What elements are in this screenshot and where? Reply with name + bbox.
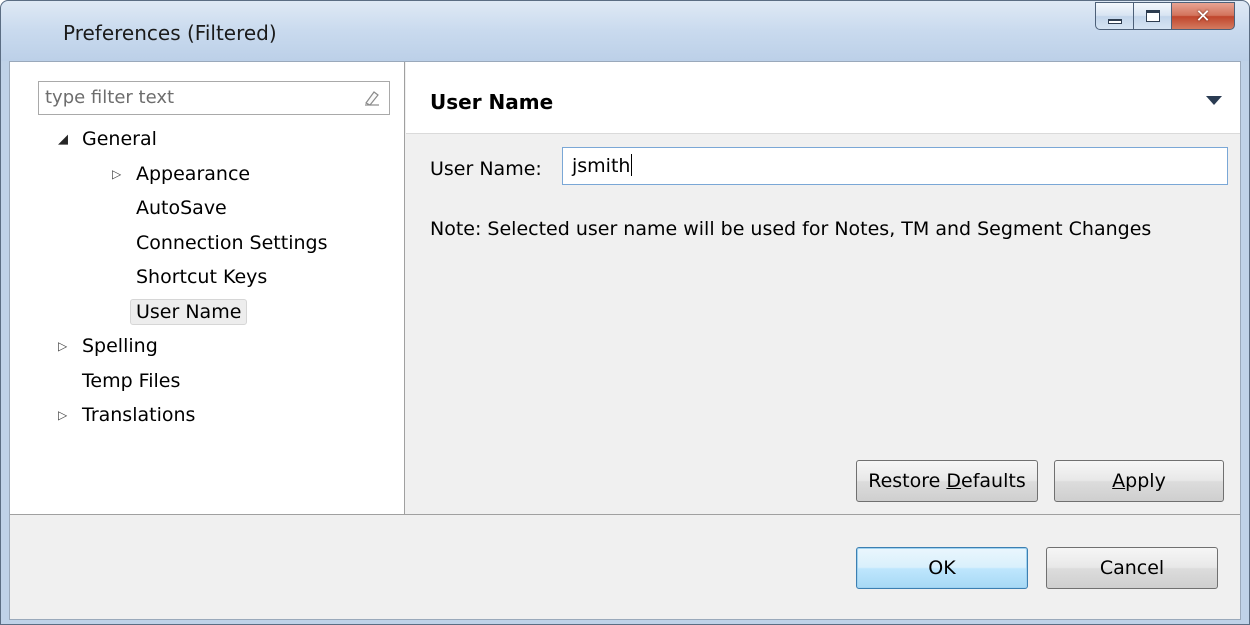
preference-tree-pane: type filter text ◢ General ▷ Appearance Auto… [10, 62, 405, 514]
close-icon: ✕ [1195, 5, 1211, 27]
filter-placeholder: type filter text [45, 87, 175, 108]
page-title: User Name [430, 90, 554, 114]
tree-item-label: Connection Settings [136, 231, 328, 254]
tree-item-user-name[interactable]: User Name [10, 298, 400, 329]
eraser-icon[interactable] [363, 89, 381, 107]
view-menu-dropdown-icon[interactable] [1206, 96, 1222, 105]
maximize-icon [1145, 10, 1160, 22]
tree-item-translations[interactable]: ▷ Translations [10, 402, 400, 432]
tree-item-general[interactable]: ◢ General [10, 126, 400, 156]
apply-label-post: pply [1125, 470, 1166, 492]
minimize-button[interactable] [1095, 2, 1133, 30]
filter-input[interactable]: type filter text [38, 81, 390, 115]
minimize-icon [1107, 18, 1122, 24]
preference-page: User Name User Name: jsmith Note: Select… [406, 62, 1240, 514]
restore-defaults-label-post: efaults [961, 470, 1026, 492]
cancel-button[interactable]: Cancel [1046, 547, 1218, 589]
apply-button[interactable]: Apply [1054, 460, 1224, 502]
tree-expanded-icon[interactable]: ◢ [58, 132, 68, 147]
restore-defaults-button[interactable]: Restore Defaults [856, 460, 1038, 502]
tree-item-spelling[interactable]: ▷ Spelling [10, 333, 400, 363]
tree-item-label: Spelling [82, 335, 158, 357]
tree-item-label: General [82, 128, 157, 150]
restore-defaults-label-mnemonic: D [946, 470, 962, 492]
tree-item-label: User Name [130, 298, 248, 325]
tree-item-shortcut-keys[interactable]: Shortcut Keys [10, 264, 400, 294]
tree-item-label: Translations [82, 404, 196, 426]
tree-collapsed-icon[interactable]: ▷ [112, 167, 121, 181]
maximize-button[interactable] [1133, 2, 1171, 30]
close-button[interactable]: ✕ [1171, 2, 1235, 30]
tree-collapsed-icon[interactable]: ▷ [58, 408, 67, 422]
tree-collapsed-icon[interactable]: ▷ [58, 339, 67, 353]
preferences-window: Preferences (Filtered) ✕ type filter tex… [0, 0, 1250, 625]
text-caret [631, 154, 633, 176]
restore-defaults-label-pre: Restore [868, 470, 947, 492]
dialog-client-area: type filter text ◢ General ▷ Appearance Auto… [9, 61, 1241, 620]
user-name-label: User Name: [430, 158, 542, 180]
window-controls: ✕ [1095, 2, 1235, 30]
tree-item-label: Appearance [136, 162, 251, 185]
tree-item-label: Temp Files [82, 369, 181, 392]
apply-label-mnemonic: A [1112, 470, 1126, 492]
tree-item-connection-settings[interactable]: Connection Settings [10, 230, 400, 260]
tree-item-appearance[interactable]: ▷ Appearance [10, 161, 400, 191]
user-name-input[interactable]: jsmith [562, 147, 1228, 185]
title-bar[interactable]: Preferences (Filtered) ✕ [1, 1, 1249, 61]
tree-item-label: AutoSave [136, 197, 227, 219]
user-name-value: jsmith [572, 155, 631, 177]
tree-item-autosave[interactable]: AutoSave [10, 195, 400, 225]
tree-item-temp-files[interactable]: Temp Files [10, 368, 400, 398]
tree-item-label: Shortcut Keys [136, 266, 268, 288]
ok-button[interactable]: OK [856, 547, 1028, 589]
note-text: Note: Selected user name will be used fo… [430, 218, 1152, 240]
page-header: User Name [406, 62, 1240, 134]
window-title: Preferences (Filtered) [63, 21, 277, 45]
dialog-button-bar: OK Cancel [10, 514, 1240, 619]
